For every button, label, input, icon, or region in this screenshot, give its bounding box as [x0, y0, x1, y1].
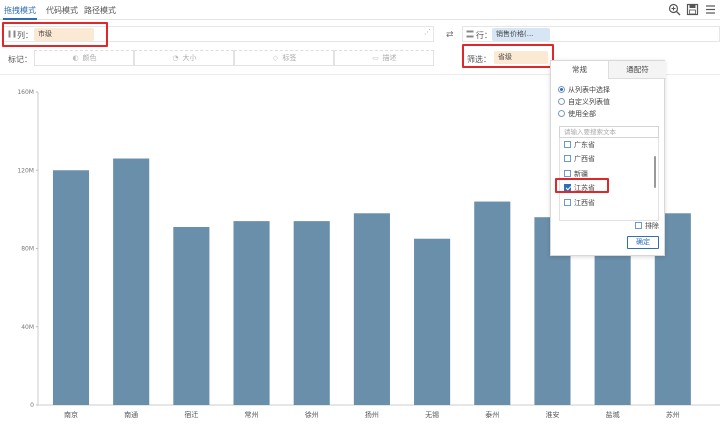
radio-button[interactable] — [558, 110, 565, 117]
more-icon[interactable] — [704, 3, 717, 16]
marks-label: 标记： — [8, 55, 32, 64]
marks-color-button[interactable]: ◐ 颜色 — [34, 50, 134, 66]
rows-icon — [466, 30, 474, 38]
bar-3[interactable] — [233, 221, 270, 405]
list-item-jiangxi[interactable]: 江西省 — [564, 198, 595, 208]
x-tick-label: 苏州 — [666, 410, 680, 419]
x-tick-label: 扬州 — [365, 410, 379, 419]
radio-button[interactable] — [558, 98, 565, 105]
list-scrollbar[interactable] — [654, 156, 656, 188]
y-tick-label: 160M — [17, 89, 34, 96]
option-use-all[interactable]: 使用全部 — [558, 109, 596, 119]
x-tick-label: 徐州 — [305, 410, 319, 419]
checkbox[interactable] — [564, 155, 571, 162]
search-input[interactable]: 请输入要搜索文本 — [559, 126, 659, 138]
palette-icon: ◐ — [72, 54, 79, 62]
marks-tag-label: 标签 — [282, 54, 297, 62]
marks-size-label: 大小 — [182, 54, 197, 62]
tab-path-mode[interactable]: 路径模式 — [84, 5, 116, 16]
marks-label-button[interactable]: ◇ 标签 — [234, 50, 334, 66]
list-item-label: 江西省 — [574, 199, 595, 207]
bar-1[interactable] — [113, 158, 150, 405]
marks-description-label: 描述 — [382, 54, 397, 62]
option-label: 使用全部 — [568, 110, 596, 118]
y-tick-label: 80M — [21, 246, 34, 253]
bar-2[interactable] — [173, 226, 210, 405]
option-select-from-list[interactable]: 从列表中选择 — [558, 85, 610, 95]
y-tick-label: 120M — [17, 167, 34, 174]
list-item-label: 广东省 — [574, 141, 595, 149]
zoom-icon[interactable] — [668, 3, 681, 16]
tab-general[interactable]: 常规 — [551, 61, 609, 79]
x-tick-label: 宿迁 — [184, 410, 198, 419]
marks-color-label: 颜色 — [82, 54, 97, 62]
marks-size-button[interactable]: ◔ 大小 — [134, 50, 234, 66]
marks-description-button[interactable]: ▭ 描述 — [334, 50, 434, 66]
tab-code-mode[interactable]: 代码模式 — [46, 5, 78, 16]
description-icon: ▭ — [372, 54, 379, 62]
jiangsu-highlight-box — [555, 178, 609, 193]
radio-button[interactable] — [558, 86, 565, 93]
bar-6[interactable] — [414, 238, 451, 405]
active-tab-indicator — [3, 18, 37, 20]
bar-4[interactable] — [293, 221, 330, 405]
filter-dropdown-panel: 常规 通配符 从列表中选择 自定义列表值 使用全部 请输入要搜索文本 广东省 广… — [550, 60, 666, 256]
filter-highlight-box — [462, 44, 554, 68]
option-label: 从列表中选择 — [568, 86, 610, 94]
confirm-button[interactable]: 确定 — [627, 236, 659, 249]
bar-0[interactable] — [52, 170, 90, 405]
filter-panel-tabs: 常规 通配符 — [551, 61, 666, 79]
x-tick-label: 无锡 — [425, 410, 439, 419]
checkbox[interactable] — [564, 199, 571, 206]
rows-label: 行： — [476, 31, 492, 40]
bar-5[interactable] — [353, 213, 390, 405]
y-tick-label: 0 — [30, 402, 34, 409]
checkbox[interactable] — [564, 170, 571, 177]
x-tick-label: 淮安 — [545, 410, 559, 419]
mode-tab-bar: 拖拽模式 代码模式 路径模式 — [0, 0, 720, 20]
x-tick-label: 南京 — [64, 410, 78, 419]
list-item-guangxi[interactable]: 广西省 — [564, 154, 595, 164]
columns-highlight-box — [2, 22, 108, 47]
list-item-label: 广西省 — [574, 155, 595, 163]
checkbox[interactable] — [564, 141, 571, 148]
rows-pill-sales-price[interactable]: 销售价格(... — [492, 28, 550, 41]
size-icon: ◔ — [172, 54, 179, 62]
save-icon[interactable] — [686, 3, 699, 16]
option-label: 自定义列表值 — [568, 98, 610, 106]
x-tick-label: 盐城 — [606, 410, 620, 419]
list-item-label: 新疆 — [574, 170, 588, 178]
shelf-options-icon[interactable]: ⋰ — [424, 28, 431, 36]
checkbox[interactable] — [635, 222, 642, 229]
tab-drag-mode[interactable]: 拖拽模式 — [4, 5, 36, 16]
x-tick-label: 常州 — [245, 410, 259, 419]
swap-icon[interactable]: ⇄ — [446, 30, 454, 40]
tag-icon: ◇ — [272, 54, 279, 62]
x-tick-label: 泰州 — [485, 410, 499, 419]
list-item-guangdong[interactable]: 广东省 — [564, 140, 595, 150]
bar-7[interactable] — [474, 201, 511, 405]
exclude-label: 排除 — [645, 222, 659, 230]
x-tick-label: 南通 — [124, 410, 138, 419]
y-tick-label: 40M — [21, 324, 34, 331]
option-custom-list[interactable]: 自定义列表值 — [558, 97, 610, 107]
exclude-option[interactable]: 排除 — [635, 221, 659, 231]
tab-wildcard[interactable]: 通配符 — [609, 61, 666, 79]
